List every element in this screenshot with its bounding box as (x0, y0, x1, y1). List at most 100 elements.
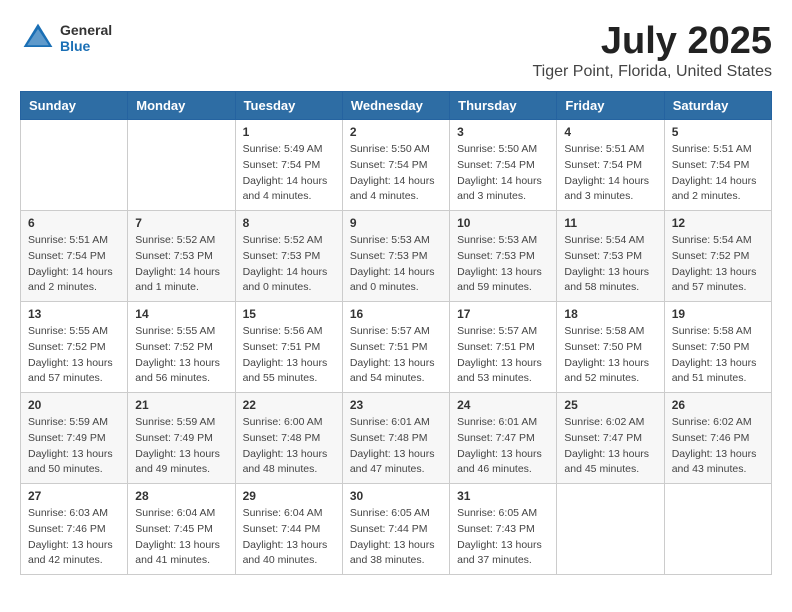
calendar-cell: 12Sunrise: 5:54 AM Sunset: 7:52 PM Dayli… (664, 211, 771, 302)
calendar-cell: 2Sunrise: 5:50 AM Sunset: 7:54 PM Daylig… (342, 120, 449, 211)
calendar-cell: 26 Sunrise: 6:02 AM Sunset: 7:46 PM Dayli… (664, 393, 771, 484)
logo-blue-text: Blue (60, 38, 112, 54)
day-number: 10 (457, 216, 549, 230)
day-number: 14 (135, 307, 227, 321)
header-day-friday: Friday (557, 92, 664, 120)
calendar-table: SundayMondayTuesdayWednesdayThursdayFrid… (20, 91, 772, 575)
calendar-cell: 29Sunrise: 6:04 AM Sunset: 7:44 PM Dayli… (235, 484, 342, 575)
day-info: Sunrise: 5:52 AM Sunset: 7:53 PM Dayligh… (243, 233, 335, 296)
day-number: 12 (672, 216, 764, 230)
calendar-cell: 30 Sunrise: 6:05 AM Sunset: 7:44 PM Dayli… (342, 484, 449, 575)
calendar-cell (557, 484, 664, 575)
day-info: Sunrise: 6:02 AM Sunset: 7:46 PM Dayligh… (672, 415, 764, 478)
day-info: Sunrise: 5:55 AM Sunset: 7:52 PM Dayligh… (28, 324, 120, 387)
day-info: Sunrise: 6:03 AM Sunset: 7:46 PM Dayligh… (28, 506, 120, 569)
calendar-cell: 22Sunrise: 6:00 AM Sunset: 7:48 PM Dayli… (235, 393, 342, 484)
calendar-cell: 1 Sunrise: 5:49 AM Sunset: 7:54 PM Daylig… (235, 120, 342, 211)
day-number: 7 (135, 216, 227, 230)
calendar-cell: 17 Sunrise: 5:57 AM Sunset: 7:51 PM Dayli… (450, 302, 557, 393)
day-info: Sunrise: 6:01 AM Sunset: 7:48 PM Dayligh… (350, 415, 442, 478)
day-number: 20 (28, 398, 120, 412)
day-number: 17 (457, 307, 549, 321)
day-number: 8 (243, 216, 335, 230)
calendar-cell: 25 Sunrise: 6:02 AM Sunset: 7:47 PM Dayli… (557, 393, 664, 484)
day-number: 23 (350, 398, 442, 412)
day-info: Sunrise: 6:05 AM Sunset: 7:44 PM Dayligh… (350, 506, 442, 569)
calendar-cell: 10 Sunrise: 5:53 AM Sunset: 7:53 PM Dayli… (450, 211, 557, 302)
calendar-cell: 31 Sunrise: 6:05 AM Sunset: 7:43 PM Dayli… (450, 484, 557, 575)
header-day-thursday: Thursday (450, 92, 557, 120)
calendar-cell: 8 Sunrise: 5:52 AM Sunset: 7:53 PM Daylig… (235, 211, 342, 302)
day-number: 24 (457, 398, 549, 412)
day-number: 26 (672, 398, 764, 412)
day-info: Sunrise: 5:51 AM Sunset: 7:54 PM Dayligh… (564, 142, 656, 205)
day-number: 5 (672, 125, 764, 139)
calendar-cell: 9 Sunrise: 5:53 AM Sunset: 7:53 PM Daylig… (342, 211, 449, 302)
calendar-cell: 28 Sunrise: 6:04 AM Sunset: 7:45 PM Dayli… (128, 484, 235, 575)
calendar-header: SundayMondayTuesdayWednesdayThursdayFrid… (21, 92, 772, 120)
calendar-cell (128, 120, 235, 211)
header-day-sunday: Sunday (21, 92, 128, 120)
week-row-1: 6Sunrise: 5:51 AM Sunset: 7:54 PM Daylig… (21, 211, 772, 302)
day-number: 27 (28, 489, 120, 503)
calendar-cell: 16 Sunrise: 5:57 AM Sunset: 7:51 PM Dayli… (342, 302, 449, 393)
day-number: 9 (350, 216, 442, 230)
day-number: 16 (350, 307, 442, 321)
header-day-wednesday: Wednesday (342, 92, 449, 120)
day-info: Sunrise: 5:51 AM Sunset: 7:54 PM Dayligh… (672, 142, 764, 205)
day-number: 31 (457, 489, 549, 503)
day-info: Sunrise: 6:05 AM Sunset: 7:43 PM Dayligh… (457, 506, 549, 569)
day-info: Sunrise: 5:59 AM Sunset: 7:49 PM Dayligh… (135, 415, 227, 478)
calendar-cell: 23 Sunrise: 6:01 AM Sunset: 7:48 PM Dayli… (342, 393, 449, 484)
calendar-cell: 7Sunrise: 5:52 AM Sunset: 7:53 PM Daylig… (128, 211, 235, 302)
day-number: 2 (350, 125, 442, 139)
day-info: Sunrise: 5:57 AM Sunset: 7:51 PM Dayligh… (350, 324, 442, 387)
day-info: Sunrise: 5:53 AM Sunset: 7:53 PM Dayligh… (457, 233, 549, 296)
logo-icon (20, 20, 56, 56)
calendar-cell: 27 Sunrise: 6:03 AM Sunset: 7:46 PM Dayli… (21, 484, 128, 575)
title-block: July 2025 Tiger Point, Florida, United S… (532, 20, 772, 81)
day-number: 22 (243, 398, 335, 412)
day-info: Sunrise: 5:58 AM Sunset: 7:50 PM Dayligh… (564, 324, 656, 387)
day-number: 11 (564, 216, 656, 230)
subtitle: Tiger Point, Florida, United States (532, 63, 772, 81)
day-info: Sunrise: 6:04 AM Sunset: 7:44 PM Dayligh… (243, 506, 335, 569)
calendar-cell: 15Sunrise: 5:56 AM Sunset: 7:51 PM Dayli… (235, 302, 342, 393)
calendar-cell: 6Sunrise: 5:51 AM Sunset: 7:54 PM Daylig… (21, 211, 128, 302)
day-info: Sunrise: 5:59 AM Sunset: 7:49 PM Dayligh… (28, 415, 120, 478)
calendar-cell: 21 Sunrise: 5:59 AM Sunset: 7:49 PM Dayli… (128, 393, 235, 484)
header-row: SundayMondayTuesdayWednesdayThursdayFrid… (21, 92, 772, 120)
day-info: Sunrise: 5:58 AM Sunset: 7:50 PM Dayligh… (672, 324, 764, 387)
day-info: Sunrise: 6:04 AM Sunset: 7:45 PM Dayligh… (135, 506, 227, 569)
day-number: 1 (243, 125, 335, 139)
calendar-cell: 11Sunrise: 5:54 AM Sunset: 7:53 PM Dayli… (557, 211, 664, 302)
header-day-saturday: Saturday (664, 92, 771, 120)
day-info: Sunrise: 5:56 AM Sunset: 7:51 PM Dayligh… (243, 324, 335, 387)
day-info: Sunrise: 5:57 AM Sunset: 7:51 PM Dayligh… (457, 324, 549, 387)
day-info: Sunrise: 5:49 AM Sunset: 7:54 PM Dayligh… (243, 142, 335, 205)
day-number: 28 (135, 489, 227, 503)
day-info: Sunrise: 6:02 AM Sunset: 7:47 PM Dayligh… (564, 415, 656, 478)
calendar-cell: 3Sunrise: 5:50 AM Sunset: 7:54 PM Daylig… (450, 120, 557, 211)
page-header: General Blue July 2025 Tiger Point, Flor… (20, 20, 772, 81)
day-info: Sunrise: 5:51 AM Sunset: 7:54 PM Dayligh… (28, 233, 120, 296)
day-info: Sunrise: 5:53 AM Sunset: 7:53 PM Dayligh… (350, 233, 442, 296)
day-number: 21 (135, 398, 227, 412)
calendar-cell: 20 Sunrise: 5:59 AM Sunset: 7:49 PM Dayli… (21, 393, 128, 484)
week-row-0: 1 Sunrise: 5:49 AM Sunset: 7:54 PM Daylig… (21, 120, 772, 211)
day-number: 25 (564, 398, 656, 412)
day-number: 13 (28, 307, 120, 321)
day-number: 30 (350, 489, 442, 503)
calendar-cell (21, 120, 128, 211)
calendar-cell: 18 Sunrise: 5:58 AM Sunset: 7:50 PM Dayli… (557, 302, 664, 393)
day-info: Sunrise: 5:55 AM Sunset: 7:52 PM Dayligh… (135, 324, 227, 387)
calendar-cell: 13 Sunrise: 5:55 AM Sunset: 7:52 PM Dayli… (21, 302, 128, 393)
day-number: 18 (564, 307, 656, 321)
calendar-cell: 19Sunrise: 5:58 AM Sunset: 7:50 PM Dayli… (664, 302, 771, 393)
week-row-2: 13 Sunrise: 5:55 AM Sunset: 7:52 PM Dayli… (21, 302, 772, 393)
logo-general-text: General (60, 22, 112, 38)
week-row-3: 20 Sunrise: 5:59 AM Sunset: 7:49 PM Dayli… (21, 393, 772, 484)
day-info: Sunrise: 6:01 AM Sunset: 7:47 PM Dayligh… (457, 415, 549, 478)
header-day-monday: Monday (128, 92, 235, 120)
day-number: 3 (457, 125, 549, 139)
